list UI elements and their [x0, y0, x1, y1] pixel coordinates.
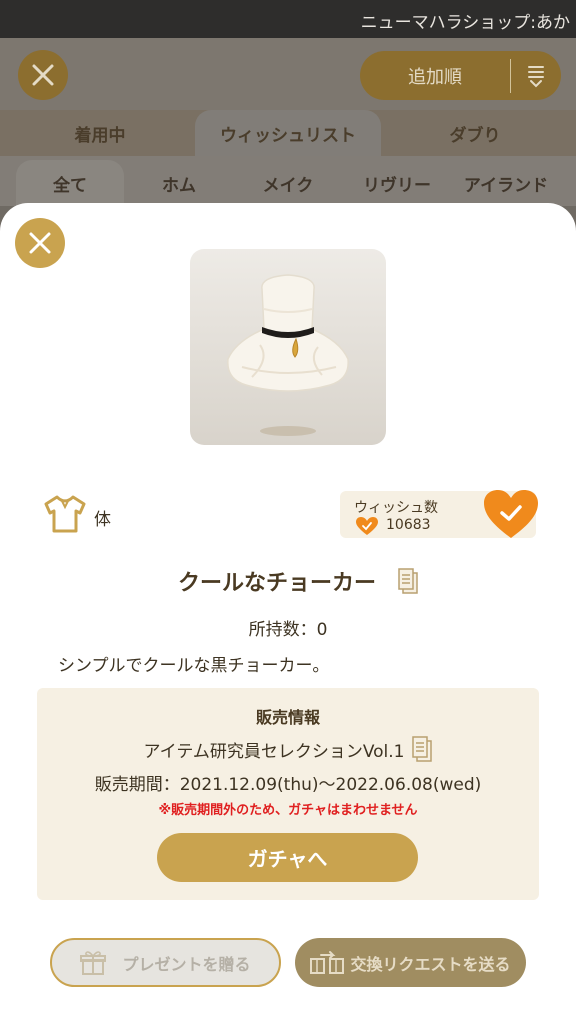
item-name: クールなチョーカー — [177, 571, 376, 596]
copy-icon[interactable] — [412, 736, 433, 762]
present-button[interactable]: プレゼントを贈る — [50, 938, 281, 987]
trade-request-label: 交換リクエストを送る — [350, 954, 511, 974]
sort-button: 追加順 — [360, 51, 561, 100]
owned-count: 所持数：0 — [248, 620, 328, 640]
copy-icon[interactable] — [398, 568, 418, 594]
status-bar: ニューマハラショップ:あか — [0, 0, 576, 38]
close-icon — [32, 64, 54, 86]
sale-info-title: 販売情報 — [255, 708, 320, 727]
subtab-livly: リヴリー — [363, 175, 431, 196]
present-button-label: プレゼントを贈る — [122, 954, 251, 974]
background-close-button — [18, 50, 68, 100]
sale-warning: ※販売期間外のため、ガチャはまわせません — [158, 803, 418, 818]
item-name-row: クールなチョーカー — [0, 565, 576, 597]
subtab-home: ホム — [162, 175, 196, 196]
gift-icon — [80, 950, 107, 975]
sale-period: 販売期間：2021.12.09(thu)〜2022.06.08(wed) — [94, 775, 482, 795]
subtab-makeup: メイク — [262, 175, 314, 196]
close-icon — [29, 232, 51, 254]
item-description: シンプルでクールな黒チョーカー。 — [58, 656, 330, 676]
close-button[interactable] — [15, 218, 65, 268]
category-label: 体 — [94, 510, 111, 530]
check-icon — [484, 490, 538, 538]
exchange-icon — [310, 950, 345, 974]
shop-name: ニューマハラショップ:あか — [360, 13, 570, 33]
gacha-button[interactable]: ガチャへ — [157, 833, 418, 882]
trade-request-button[interactable]: 交換リクエストを送る — [295, 938, 526, 987]
shirt-icon — [44, 495, 86, 533]
tab-wearing: 着用中 — [74, 125, 126, 146]
wish-toggle-button[interactable] — [482, 488, 540, 544]
subtab-island: アイランド — [463, 175, 549, 196]
item-image — [190, 249, 386, 445]
choker-illustration — [227, 274, 349, 436]
heart-icon — [356, 517, 378, 535]
tab-wishlist: ウィッシュリスト — [195, 110, 381, 156]
subtab-all: 全て — [16, 160, 124, 206]
sort-icon — [511, 64, 561, 88]
sale-selection-row: アイテム研究員セレクションVol.1 — [0, 736, 576, 762]
sale-selection-name: アイテム研究員セレクションVol.1 — [143, 741, 405, 762]
wish-count-title: ウィッシュ数 — [354, 500, 438, 516]
wish-count-value: 10683 — [386, 517, 431, 533]
tab-duplicates: ダブり — [449, 125, 501, 146]
sort-label: 追加順 — [408, 66, 462, 88]
